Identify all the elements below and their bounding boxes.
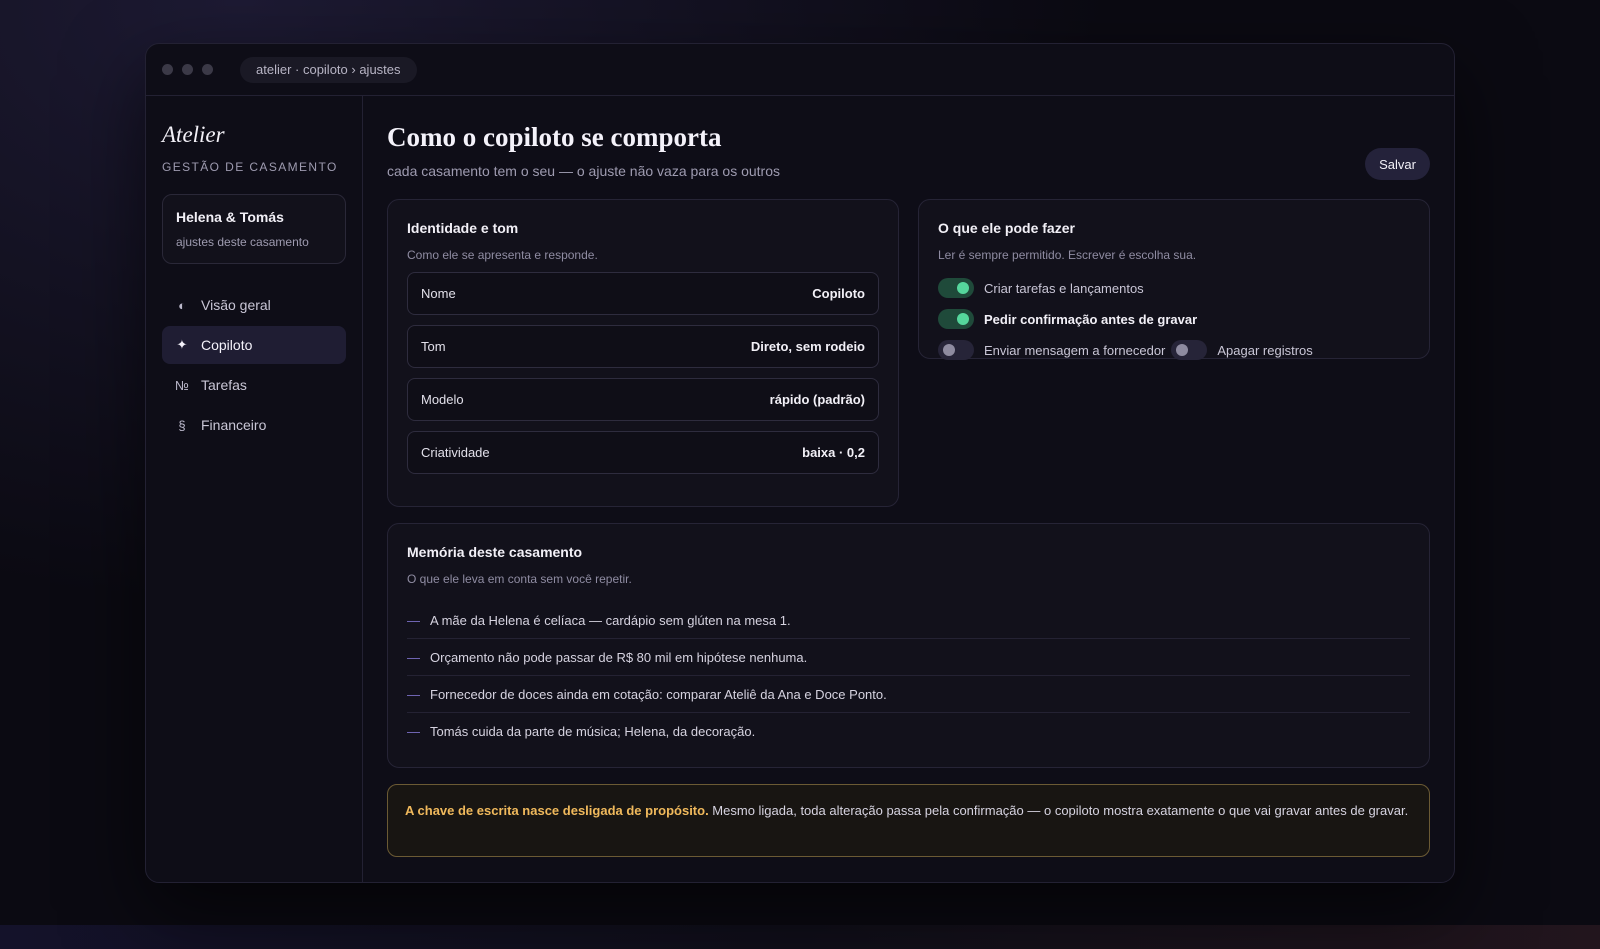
toggle-switch[interactable] — [938, 278, 974, 298]
field-criatividade[interactable]: Criatividade baixa · 0,2 — [407, 431, 879, 474]
permissions-subtitle: Ler é sempre permitido. Escrever é escol… — [938, 248, 1197, 262]
field-label: Nome — [421, 286, 456, 301]
field-modelo[interactable]: Modelo rápido (padrão) — [407, 378, 879, 421]
brand-subtitle: GESTÃO DE CASAMENTO — [162, 160, 338, 174]
sidebar: Atelier GESTÃO DE CASAMENTO Helena & Tom… — [146, 96, 363, 882]
section-sign-icon: § — [178, 417, 186, 433]
memory-subtitle: O que ele leva em conta sem você repetir… — [407, 572, 632, 586]
brand-logo: Atelier — [162, 122, 225, 147]
toggle-label: Pedir confirmação antes de gravar — [984, 311, 1198, 327]
wedding-subtitle: ajustes deste casamento — [176, 235, 309, 249]
notice-text: Mesmo ligada, toda alteração passa pela … — [708, 803, 1409, 818]
window-close-dot[interactable] — [162, 64, 173, 75]
toggle-enviar-mensagem[interactable]: Enviar mensagem a fornecedor — [938, 340, 1165, 360]
field-nome[interactable]: Nome Copiloto — [407, 272, 879, 315]
page-title: Como o copiloto se comporta — [387, 122, 722, 152]
permissions-title: O que ele pode fazer — [938, 220, 1075, 236]
wedding-name: Helena & Tomás — [176, 209, 284, 225]
sidebar-item-label: Visão geral — [201, 297, 271, 313]
memory-list: — A mãe da Helena é celíaca — cardápio s… — [407, 602, 1410, 750]
notice-strong: A chave de escrita nasce desligada de pr… — [405, 803, 709, 818]
titlebar: atelier · copiloto › ajustes — [146, 44, 1454, 96]
dash-icon: — — [407, 724, 420, 739]
field-tom[interactable]: Tom Direto, sem rodeio — [407, 325, 879, 368]
memory-title: Memória deste casamento — [407, 544, 583, 560]
toggle-label: Apagar registros — [1217, 342, 1313, 358]
list-item: — Orçamento não pode passar de R$ 80 mil… — [407, 639, 1410, 676]
field-label: Modelo — [421, 392, 464, 407]
sidebar-item-copiloto[interactable]: ✦ Copiloto — [162, 326, 346, 364]
window-maximize-dot[interactable] — [202, 64, 213, 75]
toggle-label: Enviar mensagem a fornecedor — [984, 342, 1166, 358]
numero-icon: № — [175, 377, 189, 393]
list-item: — Tomás cuida da parte de música; Helena… — [407, 713, 1410, 750]
toggle-switch[interactable] — [938, 340, 974, 360]
toggle-label: Criar tarefas e lançamentos — [984, 280, 1144, 296]
main-content: Como o copiloto se comporta cada casamen… — [363, 96, 1454, 882]
address-bar[interactable]: atelier · copiloto › ajustes — [240, 56, 417, 83]
field-label: Tom — [421, 339, 446, 354]
toggle-switch[interactable] — [1171, 340, 1208, 360]
app-window: atelier · copiloto › ajustes Atelier GES… — [145, 43, 1455, 883]
toggle-apagar-registros[interactable]: Apagar registros — [1171, 340, 1313, 360]
dash-icon: — — [407, 649, 420, 665]
dash-icon: — — [407, 612, 420, 628]
sidebar-item-tarefas[interactable]: № Tarefas — [162, 366, 346, 404]
page-subtitle: cada casamento tem o seu — o ajuste não … — [387, 163, 781, 179]
memory-text: A mãe da Helena é celíaca — cardápio sem… — [430, 612, 791, 628]
window-minimize-dot[interactable] — [182, 64, 193, 75]
identity-subtitle: Como ele se apresenta e responde. — [407, 248, 598, 262]
memory-text: Tomás cuida da parte de música; Helena, … — [430, 724, 756, 739]
sidebar-item-visao-geral[interactable]: ◐ Visão geral — [162, 286, 346, 324]
field-value: rápido (padrão) — [769, 392, 865, 407]
list-item: — Fornecedor de doces ainda em cotação: … — [407, 676, 1410, 713]
sidebar-item-financeiro[interactable]: § Financeiro — [162, 406, 346, 444]
sparkle-icon: ✦ — [176, 337, 188, 352]
field-label: Criatividade — [421, 445, 490, 460]
field-value: Copiloto — [812, 286, 865, 301]
sidebar-nav: ◐ Visão geral ✦ Copiloto № Tarefas § Fin… — [162, 286, 346, 444]
sidebar-item-label: Financeiro — [201, 417, 267, 433]
write-key-notice: A chave de escrita nasce desligada de pr… — [387, 784, 1430, 857]
toggle-criar-tarefas[interactable]: Criar tarefas e lançamentos — [938, 278, 1144, 298]
background-strip — [0, 925, 1600, 949]
sidebar-item-label: Tarefas — [201, 377, 247, 393]
wedding-selector[interactable]: Helena & Tomás ajustes deste casamento — [162, 194, 346, 264]
permissions-card: O que ele pode fazer Ler é sempre permit… — [918, 199, 1430, 360]
half-circle-icon: ◐ — [178, 297, 186, 313]
field-value: baixa · 0,2 — [802, 445, 865, 460]
field-value: Direto, sem rodeio — [750, 339, 865, 354]
identity-title: Identidade e tom — [407, 220, 519, 236]
memory-card: Memória deste casamento O que ele leva e… — [387, 523, 1430, 768]
memory-text: Fornecedor de doces ainda em cotação: co… — [430, 686, 887, 702]
memory-text: Orçamento não pode passar de R$ 80 mil e… — [430, 649, 808, 665]
toggle-switch[interactable] — [938, 309, 974, 329]
toggle-pedir-confirmacao[interactable]: Pedir confirmação antes de gravar — [938, 309, 1197, 329]
save-button[interactable]: Salvar — [1365, 148, 1430, 180]
identity-card: Identidade e tom Como ele se apresenta e… — [387, 199, 899, 507]
list-item: — A mãe da Helena é celíaca — cardápio s… — [407, 602, 1410, 639]
permissions-toggles: Criar tarefas e lançamentos Pedir confir… — [938, 278, 1410, 360]
dash-icon: — — [407, 686, 420, 702]
sidebar-item-label: Copiloto — [201, 337, 253, 353]
